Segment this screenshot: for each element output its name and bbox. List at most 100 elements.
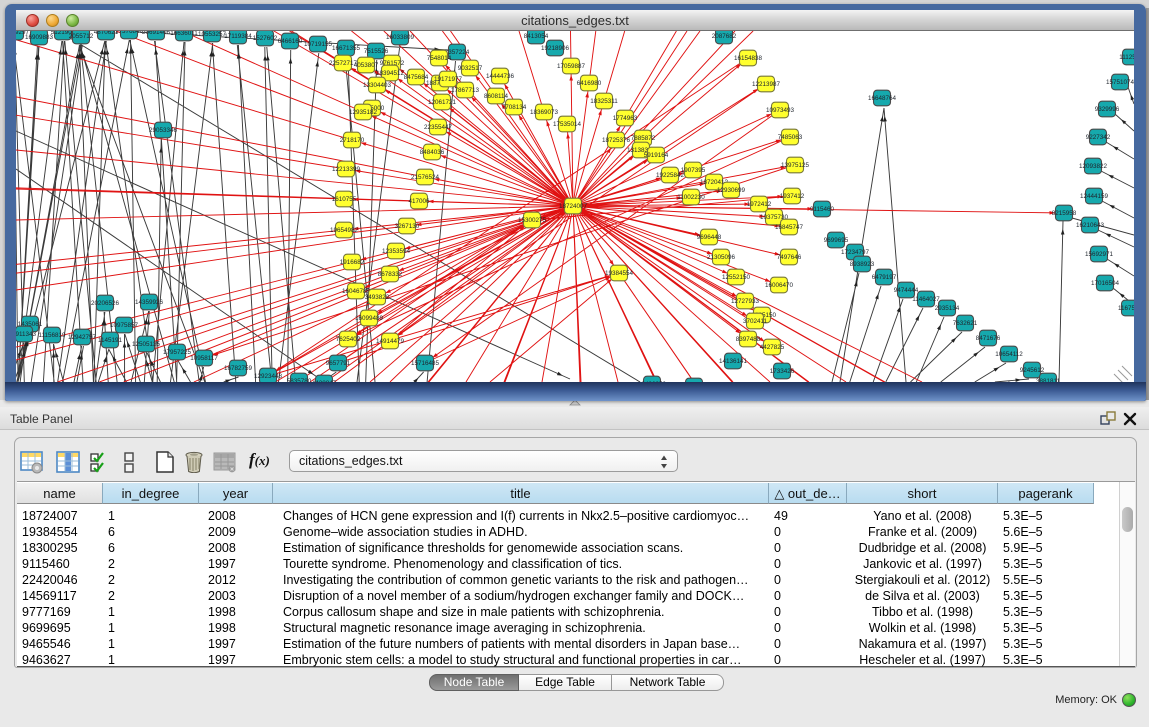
svg-text:12213987: 12213987 [752, 81, 781, 88]
svg-text:12923448: 12923448 [254, 373, 283, 380]
svg-text:13975125: 13975125 [781, 162, 810, 169]
svg-text:2718170: 2718170 [340, 137, 365, 144]
svg-text:11464027: 11464027 [912, 296, 940, 303]
svg-text:8471676: 8471676 [976, 335, 1001, 342]
svg-text:1527602: 1527602 [253, 35, 278, 42]
svg-text:2935134: 2935134 [935, 305, 960, 312]
svg-text:15300275: 15300275 [518, 217, 547, 224]
svg-text:1937412: 1937412 [780, 193, 805, 200]
svg-text:17016504: 17016504 [1091, 280, 1120, 287]
svg-text:19384554: 19384554 [605, 270, 634, 277]
svg-text:1972412: 1972412 [747, 201, 772, 208]
svg-text:1733426: 1733426 [770, 368, 795, 375]
svg-text:10719155: 10719155 [304, 41, 333, 48]
svg-text:29053346: 29053346 [149, 127, 178, 134]
svg-text:1907395: 1907395 [681, 167, 706, 174]
svg-text:7625402: 7625402 [336, 336, 361, 343]
svg-text:9474444: 9474444 [894, 287, 919, 294]
svg-text:12935182: 12935182 [349, 109, 378, 116]
svg-text:13304403: 13304403 [363, 82, 392, 89]
svg-text:10973493: 10973493 [766, 107, 795, 114]
svg-text:12552150: 12552150 [722, 274, 751, 281]
svg-text:18724007: 18724007 [559, 203, 588, 210]
svg-text:12496950: 12496950 [638, 381, 667, 382]
svg-text:9657791: 9657791 [326, 360, 351, 367]
svg-text:16006470: 16006470 [765, 282, 794, 289]
svg-text:14444736: 14444736 [486, 73, 515, 80]
svg-text:18325311: 18325311 [590, 98, 618, 105]
svg-text:12353594: 12353594 [382, 248, 411, 255]
svg-text:17376846: 17376846 [115, 31, 144, 35]
svg-text:17867713: 17867713 [451, 87, 480, 94]
svg-text:21576524: 21576524 [411, 174, 440, 181]
svg-text:16099489: 16099489 [355, 315, 384, 322]
svg-text:12505135: 12505135 [132, 341, 161, 348]
svg-text:18725376: 18725376 [602, 137, 631, 144]
svg-text:9032517: 9032517 [458, 65, 483, 72]
svg-text:9115460: 9115460 [810, 206, 835, 213]
svg-text:7632621: 7632621 [953, 320, 978, 327]
svg-text:5835780: 5835780 [287, 378, 312, 382]
svg-text:9329996: 9329996 [1095, 106, 1120, 113]
svg-text:10975857: 10975857 [110, 322, 139, 329]
svg-text:18369073: 18369073 [530, 109, 559, 116]
svg-text:14359926: 14359926 [135, 299, 164, 306]
svg-text:16033809: 16033809 [386, 34, 415, 41]
svg-text:417006: 417006 [408, 198, 430, 205]
svg-text:6416980: 6416980 [577, 80, 602, 87]
svg-text:16648764: 16648764 [868, 95, 897, 102]
svg-text:8484036: 8484036 [420, 149, 445, 156]
svg-text:22355447: 22355447 [424, 124, 453, 131]
svg-text:12444159: 12444159 [1080, 193, 1109, 200]
svg-text:12727933: 12727933 [731, 298, 760, 305]
svg-text:16671355: 16671355 [332, 45, 361, 52]
svg-text:17535014: 17535014 [553, 121, 582, 128]
svg-text:12093822: 12093822 [1079, 163, 1108, 170]
svg-text:15692971: 15692971 [1085, 251, 1114, 258]
svg-text:16845747: 16845747 [775, 224, 804, 231]
svg-text:4427825: 4427825 [760, 344, 785, 351]
svg-text:7497646: 7497646 [777, 254, 802, 261]
svg-text:8215958: 8215958 [1052, 210, 1077, 217]
svg-text:16154838: 16154838 [734, 55, 763, 62]
svg-text:8608114: 8608114 [484, 93, 509, 100]
svg-text:5919164: 5919164 [644, 152, 669, 159]
svg-text:3702411: 3702411 [743, 318, 768, 325]
svg-text:14136141: 14136141 [719, 358, 748, 365]
svg-text:16909883: 16909883 [25, 34, 54, 41]
svg-text:4053807: 4053807 [354, 62, 379, 69]
svg-text:7885872: 7885872 [631, 135, 656, 142]
svg-text:2087682: 2087682 [712, 33, 737, 40]
svg-text:16636011: 16636011 [170, 31, 198, 37]
svg-text:7485063: 7485063 [778, 134, 803, 141]
svg-text:11002230: 11002230 [677, 194, 705, 201]
svg-text:16210643: 16210643 [1076, 222, 1105, 229]
svg-text:12061721: 12061721 [428, 99, 457, 106]
svg-text:12942757: 12942757 [68, 334, 97, 341]
svg-text:14914479: 14914479 [376, 338, 405, 345]
svg-text:10553257: 10553257 [198, 31, 227, 38]
svg-text:1145191: 1145191 [98, 337, 123, 344]
svg-text:12930699: 12930699 [717, 187, 746, 194]
svg-text:1774963: 1774963 [613, 115, 638, 122]
svg-text:1610755: 1610755 [332, 196, 357, 203]
svg-text:7515526: 7515526 [364, 48, 389, 55]
svg-text:18394512: 18394512 [376, 70, 405, 77]
svg-text:8413054: 8413054 [524, 33, 549, 40]
svg-text:17059887: 17059887 [557, 63, 586, 70]
svg-text:19654982: 19654982 [330, 227, 359, 234]
svg-text:4428847: 4428847 [312, 380, 337, 382]
svg-text:10958117: 10958117 [190, 355, 218, 362]
svg-text:8678332: 8678332 [378, 271, 403, 278]
svg-text:8397488: 8397488 [736, 336, 761, 343]
svg-text:6466160: 6466160 [278, 38, 303, 45]
svg-text:8938923: 8938923 [850, 261, 875, 268]
svg-text:7708134: 7708134 [502, 104, 527, 111]
svg-text:17957225: 17957225 [163, 349, 192, 356]
svg-text:6479197: 6479197 [872, 274, 897, 281]
svg-text:15716485: 15716485 [411, 360, 440, 367]
svg-text:3911343: 3911343 [16, 331, 37, 338]
svg-text:2055712: 2055712 [69, 33, 94, 40]
svg-text:17234797: 17234797 [841, 249, 870, 256]
svg-text:21305096: 21305096 [707, 254, 736, 261]
